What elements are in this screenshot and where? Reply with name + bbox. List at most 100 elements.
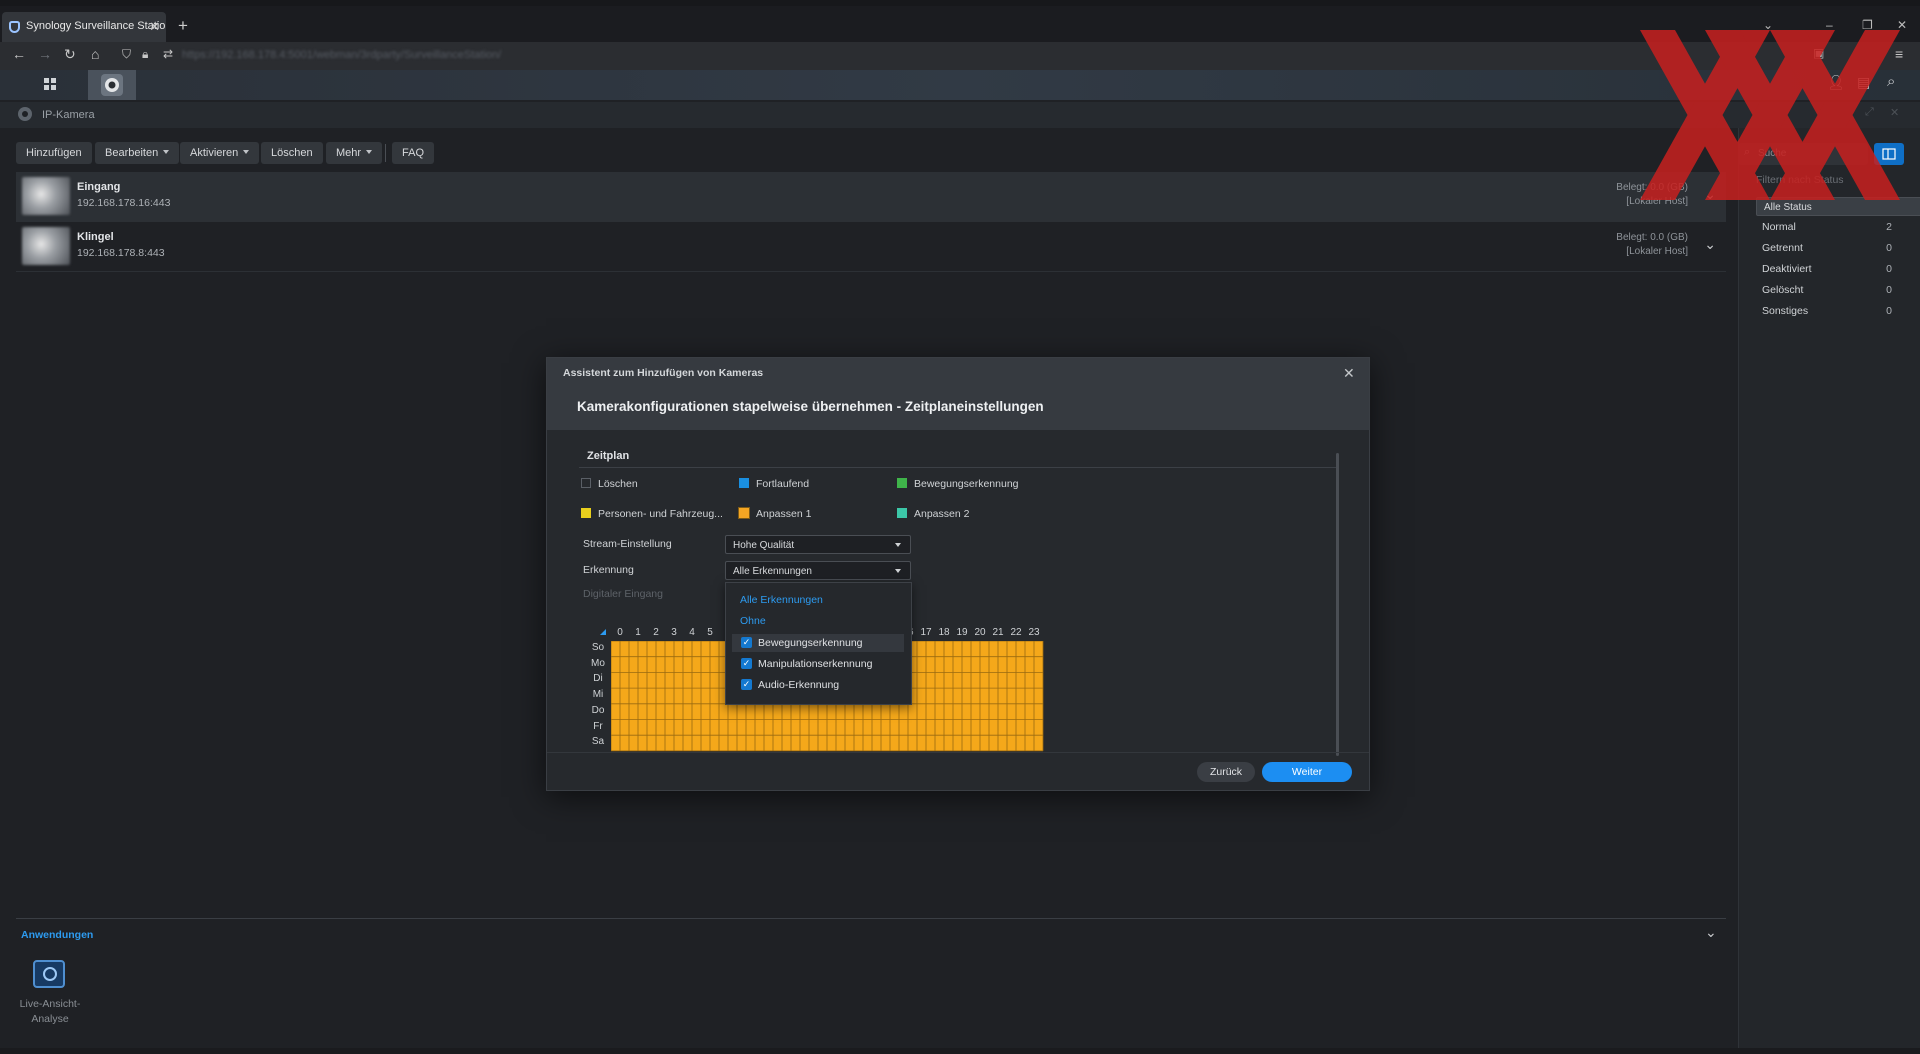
status-bar [0, 1048, 1920, 1054]
filter-item-deleted[interactable]: Gelöscht 0 [1756, 281, 1900, 301]
schedule-section-title: Zeitplan [587, 450, 630, 462]
day-label[interactable]: Fr [587, 721, 609, 732]
back-arrow-icon[interactable]: ← [12, 46, 26, 62]
camera-row[interactable]: Eingang 192.168.178.16:443 Belegt: 0.0 (… [16, 172, 1726, 222]
next-button[interactable]: Weiter [1262, 762, 1352, 782]
activate-button[interactable]: Aktivieren [180, 142, 260, 164]
url-text[interactable]: https://192.168.178.4:5001/webman/3rdpar… [182, 49, 501, 61]
surveillance-app-tile[interactable] [88, 70, 136, 100]
add-button[interactable]: Hinzufügen [16, 142, 92, 164]
back-button-label: Zurück [1209, 766, 1243, 778]
stream-setting-label: Stream-Einstellung [583, 538, 672, 550]
legend-item-motion[interactable]: Bewegungserkennung [897, 478, 1019, 490]
checkbox-checked-icon[interactable]: ✓ [741, 679, 752, 690]
forward-arrow-icon[interactable]: → [38, 46, 52, 62]
checkbox-checked-icon[interactable]: ✓ [741, 637, 752, 648]
stream-setting-select[interactable]: Hohe Qualität [725, 535, 911, 554]
hour-label[interactable]: 17 [917, 627, 935, 638]
dialog-scrollbar[interactable] [1336, 453, 1339, 756]
hour-label[interactable]: 18 [935, 627, 953, 638]
faq-button[interactable]: FAQ [392, 142, 435, 164]
filter-item-disabled[interactable]: Deaktiviert 0 [1756, 260, 1900, 280]
hour-label[interactable]: 23 [1025, 627, 1043, 638]
dropdown-option-none[interactable]: Ohne [740, 615, 766, 627]
digital-input-label: Digitaler Eingang [583, 588, 663, 600]
permissions-icon[interactable]: ⇄ [163, 47, 173, 61]
chevron-down-icon[interactable]: ⌄ [1705, 924, 1717, 941]
chevron-down-icon [895, 569, 901, 573]
window-title: IP-Kamera [42, 109, 95, 121]
dialog-subtitle: Assistent zum Hinzufügen von Kameras [563, 367, 764, 379]
legend-item-delete[interactable]: Löschen [581, 478, 638, 490]
tab-close-icon[interactable]: ✕ [149, 19, 160, 35]
more-button-label: Mehr [336, 147, 362, 159]
filter-count: 0 [1886, 284, 1892, 296]
browser-tab[interactable]: Synology Surveillance Station - ✕ [2, 12, 166, 42]
day-label[interactable]: Di [587, 673, 609, 684]
checkbox-checked-icon[interactable]: ✓ [741, 658, 752, 669]
day-label[interactable]: Sa [587, 736, 609, 747]
camera-thumbnail [22, 177, 70, 215]
hour-label[interactable]: 20 [971, 627, 989, 638]
applications-heading[interactable]: Anwendungen [21, 929, 93, 941]
filter-item-disconnected[interactable]: Getrennt 0 [1756, 239, 1900, 259]
filter-label: Normal [1762, 221, 1796, 233]
filter-item-normal[interactable]: Normal 2 [1756, 218, 1900, 238]
hour-label[interactable]: 3 [665, 627, 683, 638]
home-icon[interactable]: ⌂ [91, 46, 99, 62]
chevron-down-icon[interactable]: ⌄ [1704, 236, 1716, 253]
detection-select[interactable]: Alle Erkennungen [725, 561, 911, 580]
filter-item-other[interactable]: Sonstiges 0 [1756, 302, 1900, 322]
lock-icon[interactable]: 🔒︎ [142, 47, 148, 62]
dropdown-option-all[interactable]: Alle Erkennungen [740, 594, 823, 606]
select-all-corner[interactable] [600, 629, 606, 635]
hour-label[interactable]: 0 [611, 627, 629, 638]
shield-icon[interactable]: ⛉ [122, 47, 131, 62]
dropdown-check-audio[interactable]: ✓ Audio-Erkennung [732, 676, 904, 694]
legend-item-custom1[interactable]: Anpassen 1 [738, 507, 811, 520]
back-button[interactable]: Zurück [1197, 762, 1255, 782]
camera-ip: 192.168.178.16:443 [77, 197, 171, 209]
reload-icon[interactable]: ↻ [64, 46, 76, 63]
hour-label[interactable]: 4 [683, 627, 701, 638]
filter-count: 0 [1886, 263, 1892, 275]
chevron-down-icon [243, 150, 250, 154]
close-icon[interactable]: ✕ [1343, 365, 1355, 382]
day-label[interactable]: Do [587, 705, 609, 716]
legend-item-custom2[interactable]: Anpassen 2 [897, 508, 969, 520]
hour-label[interactable]: 5 [701, 627, 719, 638]
legend-swatch [739, 478, 749, 488]
dropdown-check-tamper[interactable]: ✓ Manipulationserkennung [732, 655, 904, 673]
legend-label: Personen- und Fahrzeug... [598, 508, 723, 520]
dropdown-check-label: Manipulationserkennung [758, 658, 873, 670]
hour-label[interactable]: 21 [989, 627, 1007, 638]
delete-button[interactable]: Löschen [261, 142, 323, 164]
dropdown-check-motion[interactable]: ✓ Bewegungserkennung [732, 634, 904, 652]
camera-storage: Belegt: 0.0 (GB) [Lokaler Host] [1616, 231, 1688, 259]
legend-item-continuous[interactable]: Fortlaufend [739, 478, 809, 490]
day-label[interactable]: Mi [587, 689, 609, 700]
main-menu-button[interactable] [25, 70, 73, 100]
more-button[interactable]: Mehr [326, 142, 383, 164]
edit-button[interactable]: Bearbeiten [95, 142, 180, 164]
camera-thumbnail [22, 227, 70, 265]
hour-label[interactable]: 1 [629, 627, 647, 638]
filter-count: 2 [1886, 221, 1892, 233]
activate-button-label: Aktivieren [190, 147, 239, 159]
hour-label[interactable]: 2 [647, 627, 665, 638]
filter-count: 0 [1886, 242, 1892, 254]
filter-label: Getrennt [1762, 242, 1803, 254]
live-analysis-app-icon[interactable] [33, 960, 65, 988]
new-tab-button[interactable]: + [178, 16, 188, 36]
camera-row[interactable]: Klingel 192.168.178.8:443 Belegt: 0.0 (G… [16, 222, 1726, 272]
dialog-title: Kamerakonfigurationen stapelweise überne… [577, 399, 1044, 414]
section-divider [579, 467, 1339, 468]
hour-label[interactable]: 22 [1007, 627, 1025, 638]
camera-ip: 192.168.178.8:443 [77, 247, 165, 259]
legend-item-person-vehicle[interactable]: Personen- und Fahrzeug... [581, 508, 723, 520]
magnifier-icon [43, 967, 57, 981]
day-label[interactable]: So [587, 642, 609, 653]
day-label[interactable]: Mo [587, 658, 609, 669]
dialog-header: Assistent zum Hinzufügen von Kameras Kam… [547, 358, 1369, 430]
hour-label[interactable]: 19 [953, 627, 971, 638]
